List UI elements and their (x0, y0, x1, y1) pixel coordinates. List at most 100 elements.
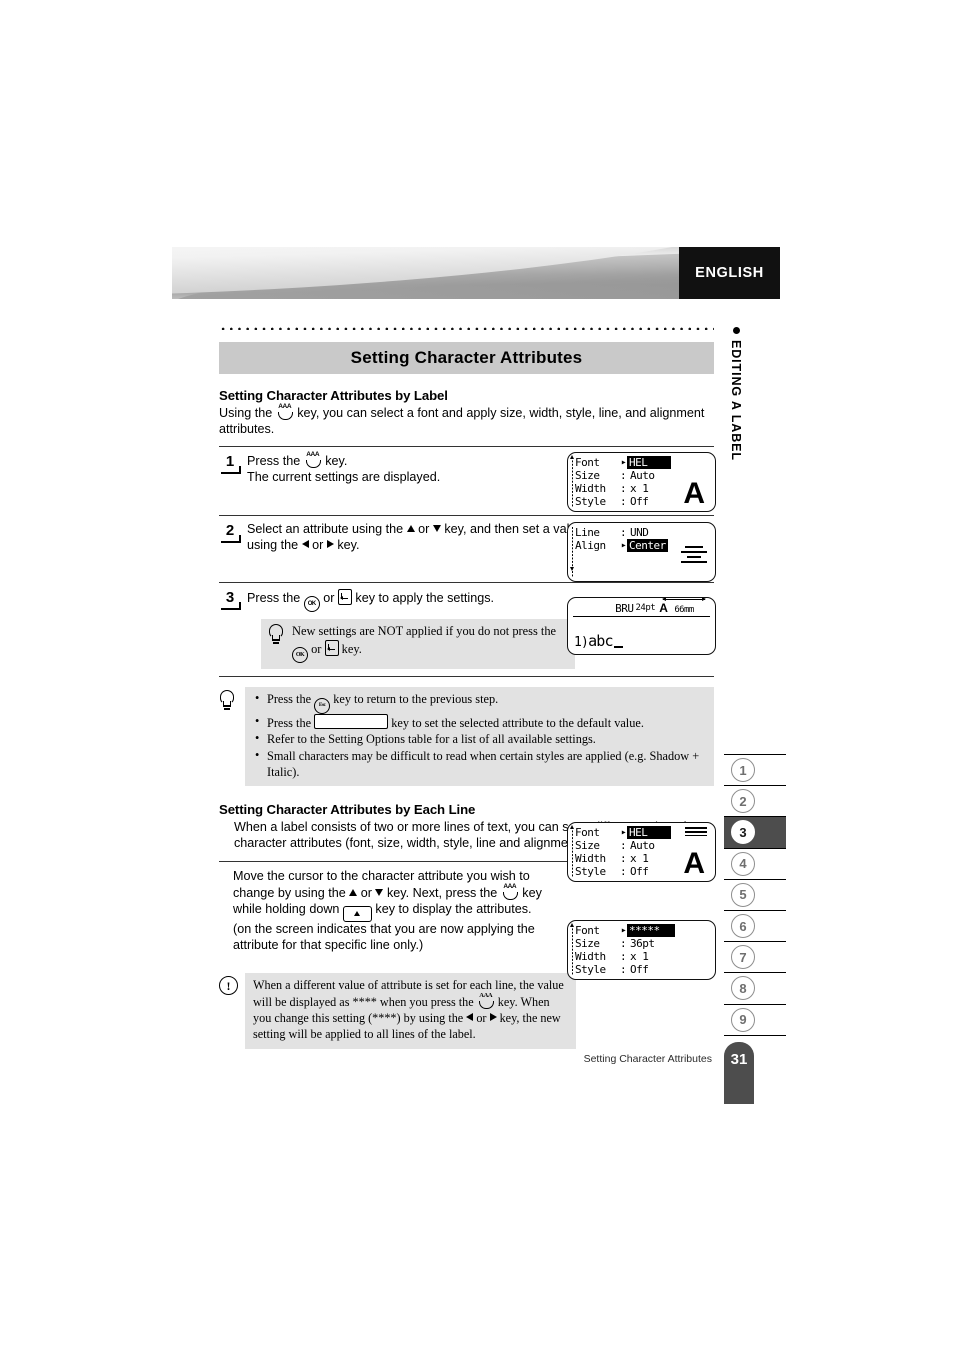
lcd-row: Font ▸ HEL (575, 456, 671, 469)
step-number-3: 3 (219, 589, 241, 611)
ok-key-icon: OK (292, 647, 308, 664)
lcd-row: Style : Off (575, 495, 671, 508)
arrow-up-icon (349, 889, 358, 897)
step2-text-b: or (418, 522, 430, 537)
label-length-indicator: 66mm (661, 598, 707, 615)
lcd-row-sep: : (620, 963, 627, 976)
page-number: 31 (730, 1051, 748, 1068)
label-text-value: abc (588, 632, 613, 650)
footer-title: Setting Character Attributes (583, 1053, 712, 1065)
rail-tab-1[interactable]: 1 (724, 754, 786, 785)
lcd-row-sep: : (620, 852, 627, 865)
lcd-row: Style : Off (575, 963, 675, 976)
list-item: Press the Esc key to return to the previ… (255, 690, 708, 714)
list-item: Refer to the Setting Options table for a… (255, 730, 708, 747)
rail-tab-4-label: 4 (731, 851, 755, 876)
lcd-row: Width : x 1 (575, 852, 671, 865)
lcd-row-label: Width (575, 482, 606, 495)
chapter-label: EDITING A LABEL (723, 327, 749, 487)
step3-text-c: key to apply the settings. (355, 591, 495, 606)
lcd-row-label: Size (575, 839, 600, 852)
lcd-row-value: Center (627, 539, 668, 552)
page-banner: ENGLISH (172, 247, 780, 299)
each-line-body-text: Move the cursor to the character attribu… (233, 869, 559, 961)
preview-glyph-a: A (683, 477, 705, 510)
lcd-row: Width : x 1 (575, 482, 671, 495)
step1-text-a: Press the (247, 454, 301, 469)
arrow-right-icon (489, 1013, 497, 1022)
rail-tab-8[interactable]: 8 (724, 972, 786, 1003)
lcd-row: Font ▸ HEL (575, 826, 671, 839)
lcd-scroll-dotline (572, 925, 573, 975)
rail-tab-4[interactable]: 4 (724, 847, 786, 879)
lcd-row-value: ***** (627, 924, 675, 937)
lcd-row: Style : Off (575, 865, 671, 878)
rail-tab-7-label: 7 (731, 945, 755, 970)
section-title-by-label: Setting Character Attributes by Label (219, 388, 448, 403)
warning-note-block: ! When a different value of attribute is… (219, 973, 714, 1049)
section-intro-by-label: Using the AAA key, you can select a font… (219, 403, 714, 437)
list-item: Small characters may be difficult to rea… (255, 747, 708, 781)
rail-tab-3-label: 3 (731, 820, 755, 845)
rail-tab-2[interactable]: 2 (724, 785, 786, 816)
font-key-icon: AAA (501, 884, 519, 901)
step1-text-c: The current settings are displayed. (247, 470, 441, 485)
three-lines-icon (685, 827, 707, 838)
lcd-rows: Line : UND Align ▸ Center (575, 526, 668, 552)
page-title: Setting Character Attributes (219, 342, 714, 374)
lightbulb-icon-wrap (219, 687, 245, 711)
lightbulb-icon (268, 624, 283, 645)
eachline-b: or (360, 886, 372, 901)
lcd-rows: Font ▸ ***** Size : 36pt Width : x 1 Sty… (575, 924, 675, 976)
enter-key-icon (337, 589, 352, 606)
tip-b0-a: Press the (267, 692, 312, 707)
lcd-row-value: Auto (630, 839, 655, 852)
lcd-screen-step3: BRU 24pt A 66mm 1) abc (567, 597, 716, 655)
lcd-row-value: x 1 (630, 852, 649, 865)
tip-bullet-list: Press the Esc key to return to the previ… (245, 687, 714, 786)
step-number-2: 2 (219, 522, 241, 544)
lcd-row: Size : Auto (575, 839, 671, 852)
lcd-row-label: Width (575, 950, 606, 963)
lcd-row-value: UND (630, 526, 649, 539)
selection-caret-icon: ▸ (620, 540, 627, 551)
lcd-row-sep: : (620, 526, 627, 539)
rail-tab-5[interactable]: 5 (724, 878, 786, 910)
lcd-rows: Font ▸ HEL Size : Auto Width : x 1 Style… (575, 456, 671, 508)
lcd-row-value: x 1 (630, 482, 649, 495)
rail-tab-9[interactable]: 9 (724, 1003, 786, 1035)
eachline-c: key. Next, press the (386, 886, 498, 901)
lcd-row-label: Font (575, 826, 600, 839)
lcd-row-value: Off (630, 963, 649, 976)
rail-tab-2-label: 2 (731, 789, 755, 814)
center-align-icon (681, 543, 707, 566)
rail-tab-3[interactable]: 3 (724, 816, 786, 848)
lcd-row: Font ▸ ***** (575, 924, 675, 937)
lcd-row-value: HEL (627, 456, 671, 469)
lcd-row: Line : UND (575, 526, 668, 539)
rule-above-tips (219, 676, 714, 678)
rail-tab-7[interactable]: 7 (724, 941, 786, 972)
scroll-up-icon (570, 923, 574, 927)
step1-text-b: key. (325, 454, 348, 469)
step-number-1: 1 (219, 453, 241, 475)
step3-tip-a: New settings are NOT applied if you do n… (292, 624, 557, 639)
rail-tab-8-label: 8 (731, 976, 755, 1001)
lcd-row-label: Align (575, 539, 606, 552)
step3-tip-c: key. (341, 642, 362, 657)
dotted-rule (219, 322, 714, 330)
lcd-screen-warning: Font ▸ ***** Size : 36pt Width : x 1 Sty… (567, 920, 716, 980)
rail-tab-6[interactable]: 6 (724, 909, 786, 941)
intro-text-a: Using the (219, 406, 273, 420)
lcd-row-label: Line (575, 526, 600, 539)
selection-caret-icon: ▸ (620, 827, 627, 838)
scroll-down-icon (570, 567, 574, 571)
exclamation-icon: ! (219, 976, 238, 996)
tip-b0-b: key to return to the previous step. (333, 692, 499, 707)
enter-key-icon (324, 640, 339, 657)
arrow-right-icon (326, 540, 334, 549)
selection-caret-icon: ▸ (620, 457, 627, 468)
font-key-icon: AAA (276, 403, 294, 420)
rail-tab-1-label: 1 (731, 758, 755, 783)
rail-tab-6-label: 6 (731, 914, 755, 939)
